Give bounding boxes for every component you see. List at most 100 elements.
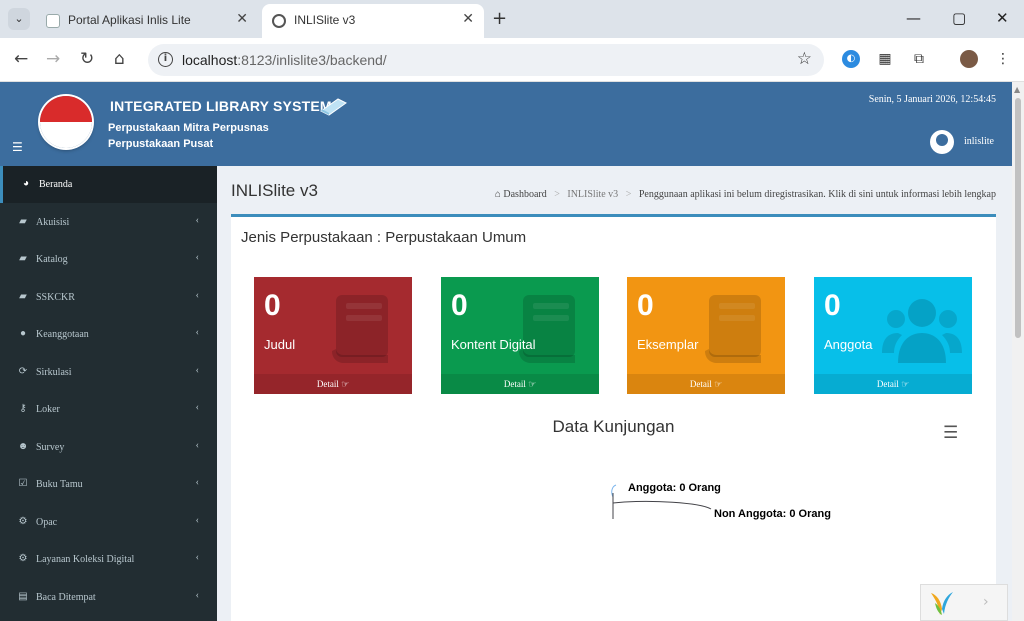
- chevron-left-icon: ‹: [195, 289, 199, 301]
- stat-label: Eksemplar: [637, 337, 699, 352]
- chevron-left-icon: ‹: [195, 477, 199, 488]
- sidebar-toggle-icon[interactable]: ☰: [12, 140, 23, 154]
- home-icon[interactable]: ⌂: [114, 49, 125, 69]
- stat-card-eksemplar: 0 Eksemplar Detail ☞: [627, 277, 785, 394]
- home-icon: ⌂: [494, 189, 501, 200]
- breadcrumb-separator: >: [625, 189, 632, 200]
- address-bar[interactable]: i localhost:8123/inlislite3/backend/ ☆: [148, 44, 824, 76]
- stat-value: 0: [264, 289, 281, 322]
- user-avatar-icon[interactable]: [930, 130, 954, 154]
- sidebar-item-layanan-koleksi-digital[interactable]: ⚙ Layanan Koleksi Digital ‹: [0, 541, 217, 578]
- sidebar: ◕ Beranda ▰ Akuisisi ‹ ▰ Katalog ‹ ▰ SSKCKR ‹ ● Kean…: [0, 166, 217, 621]
- library-name-line1: Perpustakaan Mitra Perpusnas: [108, 122, 269, 134]
- book-icon: [695, 289, 775, 369]
- detail-link[interactable]: Detail ☞: [814, 374, 972, 394]
- cogs-icon: ⚙: [18, 515, 28, 527]
- dashboard-icon: ◕: [22, 178, 30, 189]
- library-name-line2: Perpustakaan Pusat: [108, 138, 214, 150]
- sidebar-item-buku-tamu[interactable]: ☑ Buku Tamu ‹: [0, 466, 217, 503]
- sidebar-item-label: Akuisisi: [36, 216, 70, 228]
- hand-point-icon: ☞: [528, 379, 537, 389]
- hand-point-icon: ☞: [901, 379, 910, 389]
- user-icon: ●: [19, 328, 27, 339]
- maximize-icon[interactable]: ▢: [952, 9, 966, 27]
- bookmark-star-icon[interactable]: ☆: [797, 49, 812, 69]
- browser-tab-portal[interactable]: Portal Aplikasi Inlis Lite ✕: [36, 4, 258, 38]
- site-info-icon[interactable]: i: [158, 52, 173, 67]
- dashboard-box: Jenis Perpustakaan : Perpustakaan Umum 0…: [231, 214, 996, 621]
- back-arrow-icon[interactable]: ←: [14, 49, 28, 69]
- users-icon: [882, 289, 962, 369]
- extensions-puzzle-icon[interactable]: ⧉: [910, 50, 928, 68]
- page-scrollbar[interactable]: ▲: [1012, 82, 1024, 621]
- chart-menu-icon[interactable]: ☰: [943, 423, 958, 443]
- username[interactable]: inlislite: [964, 136, 994, 147]
- scrollbar-thumb[interactable]: [1015, 98, 1021, 338]
- scroll-up-arrow-icon[interactable]: ▲: [1014, 85, 1020, 94]
- chevron-left-icon: ‹: [195, 214, 199, 226]
- profile-avatar[interactable]: [960, 50, 978, 68]
- sidebar-item-label: Survey: [36, 441, 65, 453]
- users-icon: ☻: [17, 440, 29, 452]
- sidebar-item-survey[interactable]: ☻ Survey ‹: [0, 429, 217, 466]
- qr-code-icon[interactable]: ▦: [876, 50, 894, 68]
- current-datetime: Senin, 5 Januari 2026, 12:54:45: [868, 94, 996, 105]
- detail-link[interactable]: Detail ☞: [441, 374, 599, 394]
- sidebar-item-label: Buku Tamu: [36, 479, 83, 490]
- breadcrumb: ⌂ Dashboard > INLISlite v3 > Penggunaan …: [495, 189, 996, 200]
- tab-search-chevron-icon[interactable]: ⌄: [8, 8, 30, 30]
- tab-title: INLISlite v3: [294, 13, 356, 27]
- url-text[interactable]: localhost:8123/inlislite3/backend/: [182, 52, 387, 68]
- sidebar-item-beranda[interactable]: ◕ Beranda: [0, 166, 217, 203]
- stat-value: 0: [824, 289, 841, 322]
- hand-point-icon: ☞: [341, 379, 350, 389]
- sidebar-item-label: Katalog: [36, 254, 68, 265]
- stat-label: Anggota: [824, 337, 873, 352]
- browser-tab-inlislite[interactable]: INLISlite v3 ✕: [262, 4, 484, 38]
- sidebar-item-loker[interactable]: ⚷ Loker ‹: [0, 391, 217, 428]
- book-icon: [322, 289, 402, 369]
- sidebar-item-katalog[interactable]: ▰ Katalog ‹: [0, 241, 217, 278]
- breadcrumb-current: INLISlite v3: [567, 189, 619, 200]
- sidebar-item-opac[interactable]: ⚙ Opac ‹: [0, 504, 217, 541]
- sidebar-item-sirkulasi[interactable]: ⟳ Sirkulasi ‹: [0, 354, 217, 391]
- window-close-icon[interactable]: ✕: [996, 9, 1009, 27]
- more-menu-icon[interactable]: ⋮: [994, 50, 1012, 68]
- yii-logo-icon: [931, 592, 953, 615]
- yii-debug-toolbar[interactable]: ›: [920, 584, 1008, 621]
- visit-pie-chart: Anggota: 0 Orang Non Anggota: 0 Orang: [611, 482, 831, 520]
- toolbar-expand-chevron-icon[interactable]: ›: [983, 594, 989, 610]
- sidebar-item-keanggotaan[interactable]: ● Keanggotaan ‹: [0, 316, 217, 353]
- sidebar-item-label: Loker: [36, 404, 60, 415]
- copilot-icon[interactable]: ◐: [842, 50, 860, 68]
- minimize-icon[interactable]: —: [906, 9, 921, 27]
- sidebar-item-label: Keanggotaan: [36, 329, 89, 340]
- tab-close-icon[interactable]: ✕: [462, 11, 474, 27]
- chevron-left-icon: ‹: [195, 514, 199, 526]
- sidebar-item-label: Sirkulasi: [36, 366, 72, 378]
- browser-toolbar: ← → ↻ ⌂ i localhost:8123/inlislite3/back…: [0, 38, 1024, 82]
- pie-data-label: Non Anggota: 0 Orang: [714, 508, 831, 520]
- new-tab-plus-icon[interactable]: +: [492, 8, 507, 29]
- sidebar-item-akuisisi[interactable]: ▰ Akuisisi ‹: [0, 204, 217, 241]
- system-title: INTEGRATED LIBRARY SYSTEM: [110, 98, 332, 114]
- breadcrumb-dashboard[interactable]: Dashboard: [503, 189, 546, 200]
- tab-title: Portal Aplikasi Inlis Lite: [68, 13, 191, 27]
- forward-arrow-icon[interactable]: →: [46, 49, 60, 69]
- main-content: INLISlite v3 ⌂ Dashboard > INLISlite v3 …: [217, 166, 1012, 621]
- stat-value: 0: [451, 289, 468, 322]
- stat-card-anggota: 0 Anggota Detail ☞: [814, 277, 972, 394]
- stat-label: Kontent Digital: [451, 337, 536, 352]
- detail-link[interactable]: Detail ☞: [254, 374, 412, 394]
- detail-link[interactable]: Detail ☞: [627, 374, 785, 394]
- chevron-left-icon: ‹: [195, 402, 199, 413]
- registration-notice-link[interactable]: Penggunaan aplikasi ini belum diregistra…: [639, 189, 996, 200]
- tab-close-icon[interactable]: ✕: [236, 11, 248, 27]
- sidebar-item-baca-ditempat[interactable]: ▤ Baca Ditempat ‹: [0, 579, 217, 616]
- stat-card-kontent-digital: 0 Kontent Digital Detail ☞: [441, 277, 599, 394]
- sidebar-item-label: Baca Ditempat: [36, 591, 96, 603]
- book-icon: [509, 289, 589, 369]
- sidebar-item-sskckr[interactable]: ▰ SSKCKR ‹: [0, 279, 217, 316]
- refresh-icon: ⟳: [18, 365, 28, 377]
- reload-icon[interactable]: ↻: [80, 49, 94, 69]
